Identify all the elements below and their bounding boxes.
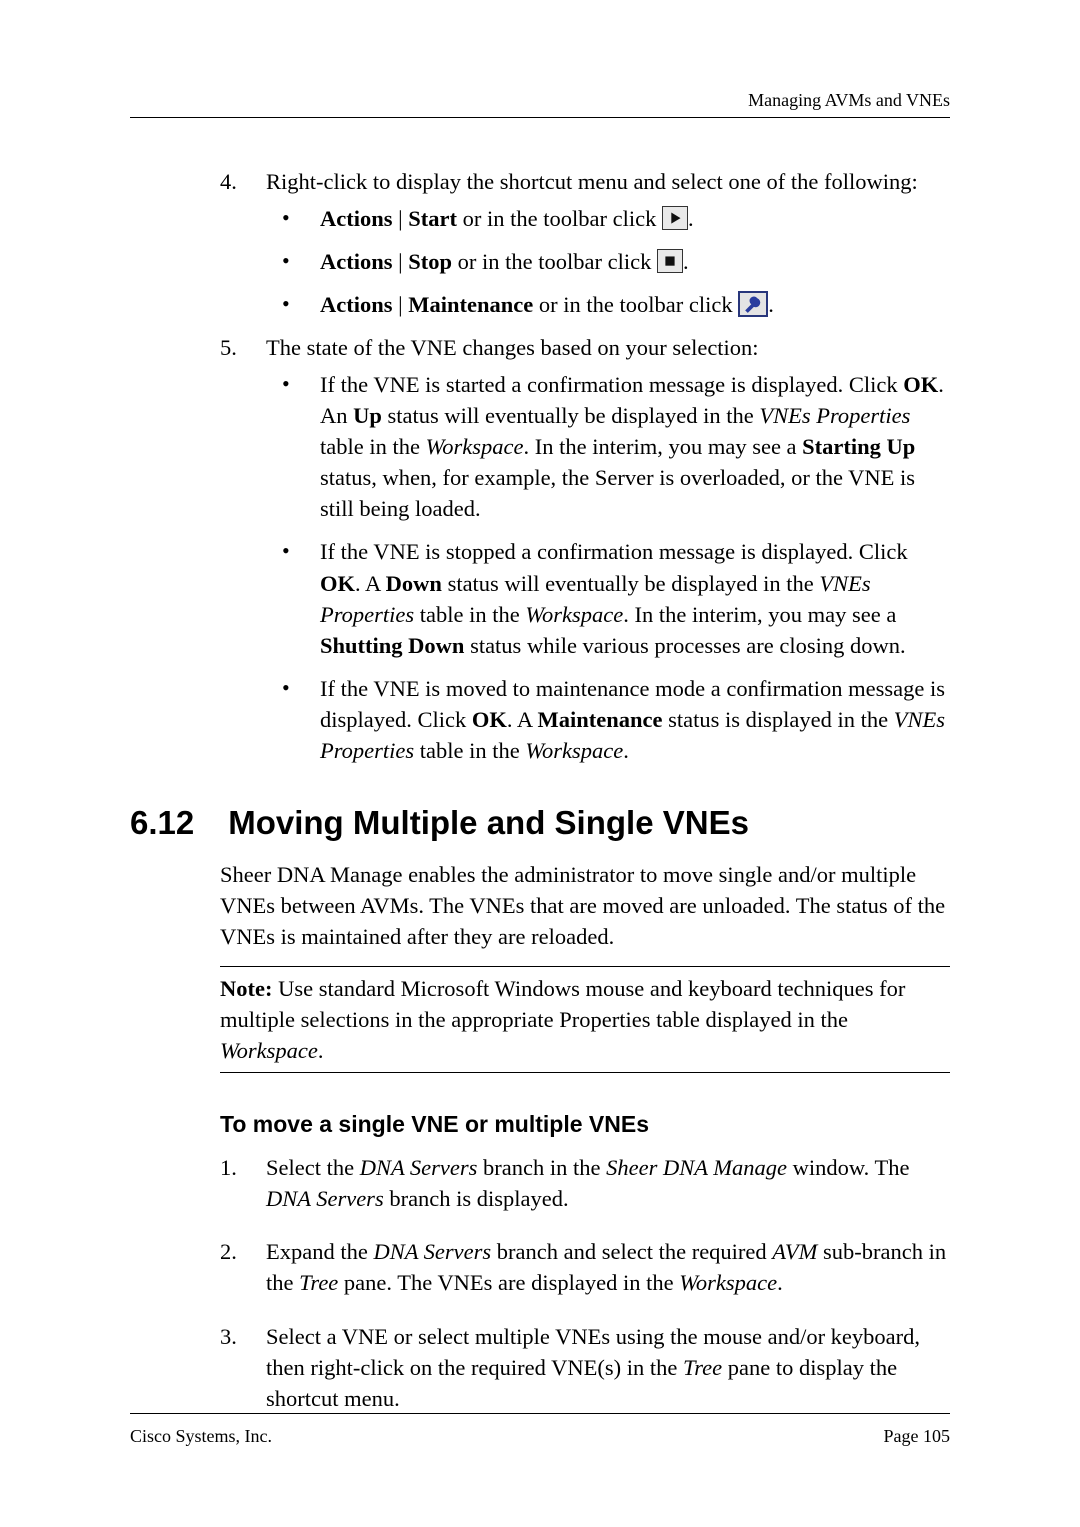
text: status is displayed in the [663, 707, 894, 732]
section-para-1: Sheer DNA Manage enables the administrat… [220, 859, 950, 952]
label-up: Up [353, 403, 382, 428]
text: or in the toolbar click [533, 292, 738, 317]
text: status, when, for example, the Server is… [320, 465, 915, 521]
text: status while various processes are closi… [464, 633, 905, 658]
text: table in the [320, 434, 426, 459]
italic-dna-servers: DNA Servers [373, 1239, 491, 1264]
text: table in the [414, 738, 525, 763]
period: . [688, 206, 694, 231]
proc-step-1: 1. Select the DNA Servers branch in the … [220, 1152, 950, 1214]
text: or in the toolbar click [457, 206, 662, 231]
procedure-heading: To move a single VNE or multiple VNEs [220, 1111, 950, 1138]
text: table in the [414, 602, 525, 627]
italic-sheer-dna-manage: Sheer DNA Manage [606, 1155, 787, 1180]
text: status will eventually be displayed in t… [382, 403, 759, 428]
stop-icon [657, 249, 683, 273]
text: . [623, 738, 629, 763]
text: Select the [266, 1155, 360, 1180]
bullet-actions-stop: Actions | Stop or in the toolbar click . [266, 246, 950, 277]
text: or in the toolbar click [452, 249, 657, 274]
play-icon [662, 206, 688, 230]
footer-company: Cisco Systems, Inc. [130, 1426, 272, 1447]
section-title: Moving Multiple and Single VNEs [228, 802, 749, 843]
step-number: 4. [220, 166, 237, 197]
label-start: Start [408, 206, 457, 231]
bullet-actions-maintenance: Actions | Maintenance or in the toolbar … [266, 289, 950, 320]
text: . In the interim, you may see a [524, 434, 803, 459]
italic-workspace: Workspace [220, 1038, 318, 1063]
bullet-actions-start: Actions | Start or in the toolbar click … [266, 203, 950, 234]
italic-tree: Tree [299, 1270, 338, 1295]
step-number: 2. [220, 1236, 237, 1267]
pipe: | [393, 292, 409, 317]
italic-tree: Tree [683, 1355, 722, 1380]
italic-workspace: Workspace [679, 1270, 777, 1295]
text: status will eventually be displayed in t… [442, 571, 819, 596]
note-block: Note: Use standard Microsoft Windows mou… [220, 966, 950, 1073]
step-number: 3. [220, 1321, 237, 1352]
note-text: Use standard Microsoft Windows mouse and… [220, 976, 905, 1032]
label-actions: Actions [320, 292, 393, 317]
text: . A [355, 571, 386, 596]
bullet-stopped: If the VNE is stopped a confirmation mes… [266, 536, 950, 660]
label-actions: Actions [320, 206, 393, 231]
period: . [768, 292, 774, 317]
step-5-text: The state of the VNE changes based on yo… [266, 335, 759, 360]
step-5: 5. The state of the VNE changes based on… [220, 332, 950, 766]
step-4-text: Right-click to display the shortcut menu… [266, 169, 918, 194]
step-4: 4. Right-click to display the shortcut m… [220, 166, 950, 320]
label-down: Down [386, 571, 442, 596]
label-maintenance: Maintenance [538, 707, 663, 732]
pipe: | [393, 206, 409, 231]
bullet-started: If the VNE is started a confirmation mes… [266, 369, 950, 524]
label-actions: Actions [320, 249, 393, 274]
label-maintenance: Maintenance [408, 292, 533, 317]
text: If the VNE is stopped a confirmation mes… [320, 539, 908, 564]
italic-dna-servers: DNA Servers [360, 1155, 478, 1180]
period: . [683, 249, 689, 274]
text: pane. The VNEs are displayed in the [338, 1270, 679, 1295]
text: branch in the [477, 1155, 606, 1180]
text: branch and select the required [491, 1239, 772, 1264]
text: . A [507, 707, 538, 732]
proc-step-2: 2. Expand the DNA Servers branch and sel… [220, 1236, 950, 1298]
label-starting-up: Starting Up [802, 434, 915, 459]
note-text-end: . [318, 1038, 324, 1063]
text: branch is displayed. [384, 1186, 569, 1211]
italic-workspace: Workspace [426, 434, 524, 459]
italic-dna-servers: DNA Servers [266, 1186, 384, 1211]
step-number: 1. [220, 1152, 237, 1183]
text: . [777, 1270, 783, 1295]
italic-vnes-properties: VNEs Properties [759, 403, 910, 428]
running-header: Managing AVMs and VNEs [130, 90, 950, 118]
page-footer: Cisco Systems, Inc. Page 105 [130, 1413, 950, 1447]
step-number: 5. [220, 332, 237, 363]
italic-workspace: Workspace [525, 738, 623, 763]
label-ok: OK [320, 571, 355, 596]
label-ok: OK [903, 372, 938, 397]
bullet-maintenance: If the VNE is moved to maintenance mode … [266, 673, 950, 766]
section-number: 6.12 [130, 802, 194, 843]
section-heading: 6.12 Moving Multiple and Single VNEs [130, 802, 950, 843]
proc-step-3: 3. Select a VNE or select multiple VNEs … [220, 1321, 950, 1414]
italic-workspace: Workspace [525, 602, 623, 627]
text: Expand the [266, 1239, 373, 1264]
text: window. The [787, 1155, 910, 1180]
note-label: Note: [220, 976, 272, 1001]
label-ok: OK [472, 707, 507, 732]
label-shutting-down: Shutting Down [320, 633, 464, 658]
label-stop: Stop [408, 249, 452, 274]
pipe: | [393, 249, 409, 274]
text: . In the interim, you may see a [623, 602, 896, 627]
wrench-icon [738, 291, 768, 317]
italic-avm: AVM [772, 1239, 817, 1264]
text: If the VNE is started a confirmation mes… [320, 372, 903, 397]
footer-page-number: Page 105 [884, 1426, 951, 1447]
